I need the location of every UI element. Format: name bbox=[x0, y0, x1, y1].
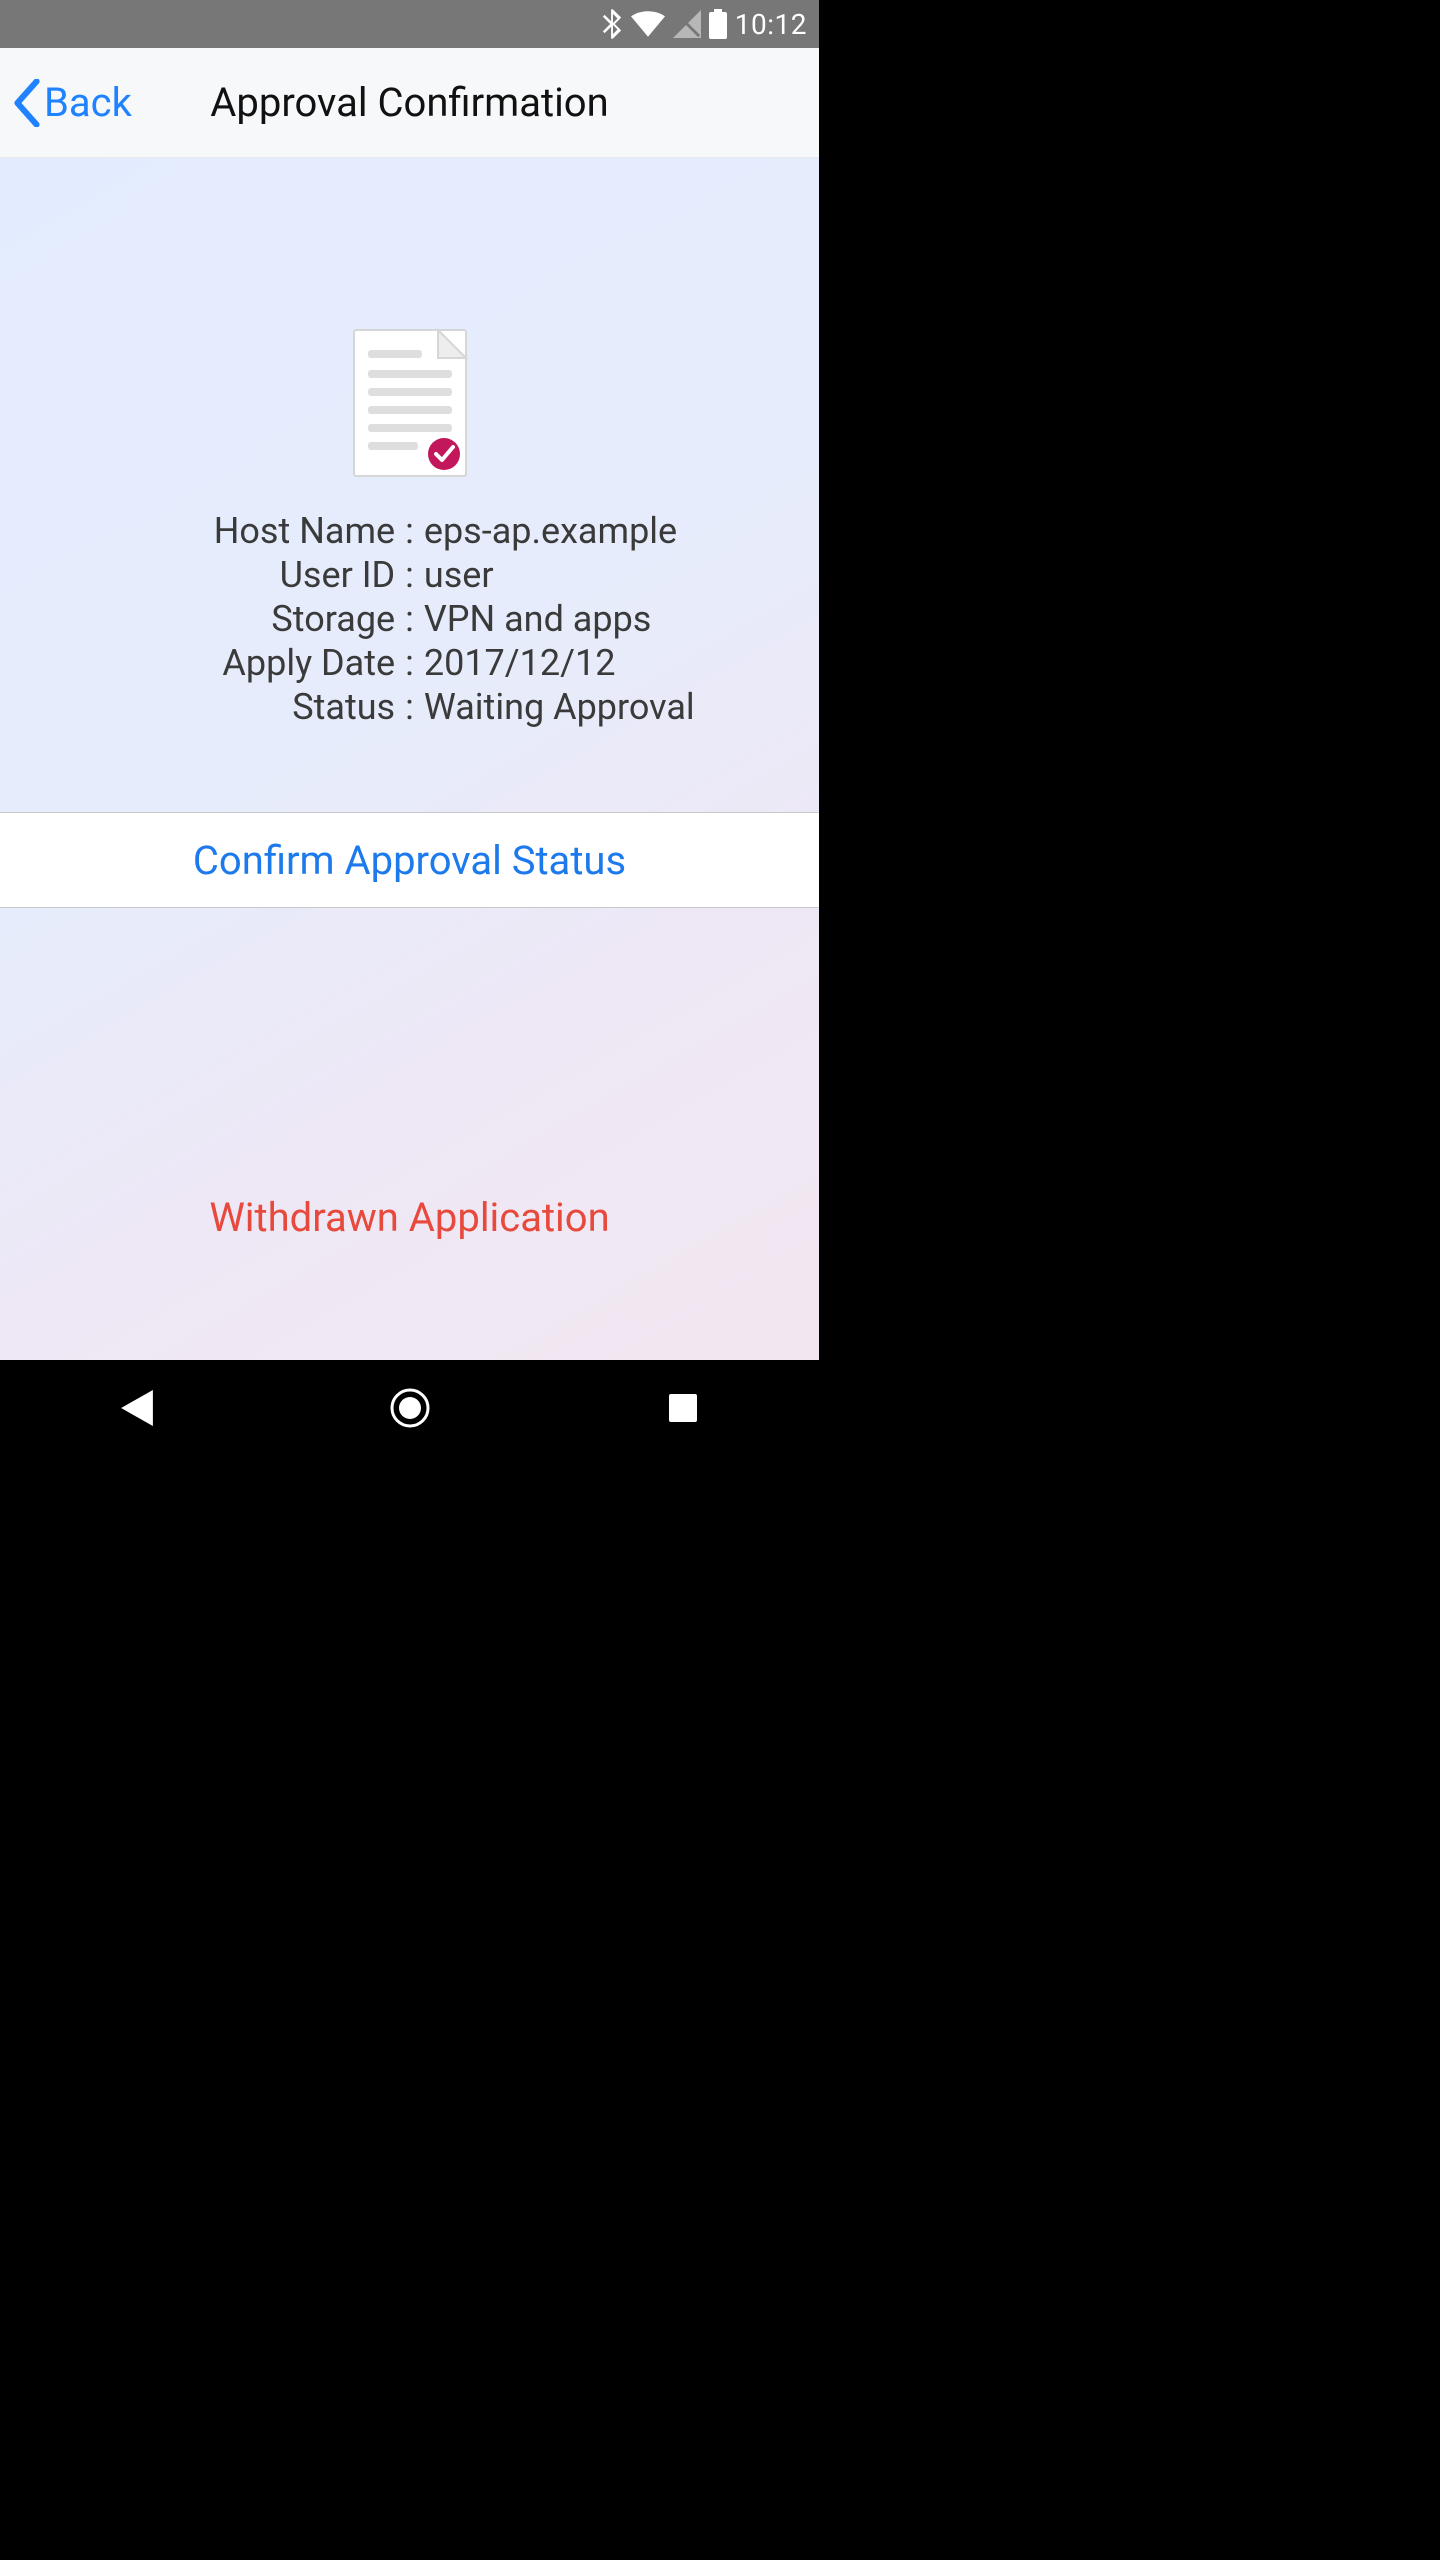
sim-disabled-icon bbox=[673, 10, 701, 38]
kvsep: : bbox=[405, 554, 414, 596]
title-bar: Back Approval Confirmation bbox=[0, 48, 819, 158]
kvvalue: VPN and apps bbox=[424, 598, 819, 640]
kvlabel: Apply Date bbox=[0, 642, 395, 684]
status-clock: 10:12 bbox=[735, 8, 807, 41]
kvvalue: eps-ap.example bbox=[424, 510, 819, 552]
content-area: Host Name : eps-ap.example User ID : use… bbox=[0, 158, 819, 1360]
kvvalue: user bbox=[424, 554, 819, 596]
kvlabel: Host Name bbox=[0, 510, 395, 552]
withdraw-application-label: Withdrawn Application bbox=[209, 1194, 609, 1241]
confirm-approval-button[interactable]: Confirm Approval Status bbox=[0, 812, 819, 908]
bluetooth-icon bbox=[601, 9, 623, 39]
nav-home-button[interactable] bbox=[380, 1378, 440, 1438]
confirm-approval-label: Confirm Approval Status bbox=[193, 837, 626, 884]
battery-icon bbox=[709, 9, 727, 39]
page-title: Approval Confirmation bbox=[170, 79, 649, 126]
kvvalue: Waiting Approval bbox=[424, 686, 819, 728]
chevron-left-icon bbox=[10, 79, 44, 127]
kvsep: : bbox=[405, 686, 414, 728]
document-check-icon bbox=[352, 328, 468, 482]
android-nav-bar bbox=[0, 1360, 819, 1456]
withdraw-application-button[interactable]: Withdrawn Application bbox=[0, 1194, 819, 1241]
key-value-grid: Host Name : eps-ap.example User ID : use… bbox=[0, 510, 819, 728]
kvlabel: Storage bbox=[0, 598, 395, 640]
wifi-icon bbox=[631, 11, 665, 37]
kvvalue: 2017/12/12 bbox=[424, 642, 819, 684]
nav-recent-button[interactable] bbox=[653, 1378, 713, 1438]
kvlabel: User ID bbox=[0, 554, 395, 596]
nav-back-button[interactable] bbox=[107, 1378, 167, 1438]
kvsep: : bbox=[405, 510, 414, 552]
kvsep: : bbox=[405, 598, 414, 640]
back-label: Back bbox=[44, 79, 132, 126]
back-button[interactable]: Back bbox=[10, 79, 170, 127]
android-status-bar: 10:12 bbox=[0, 0, 819, 48]
kvlabel: Status bbox=[0, 686, 395, 728]
kvsep: : bbox=[405, 642, 414, 684]
approval-info-block: Host Name : eps-ap.example User ID : use… bbox=[0, 158, 819, 728]
